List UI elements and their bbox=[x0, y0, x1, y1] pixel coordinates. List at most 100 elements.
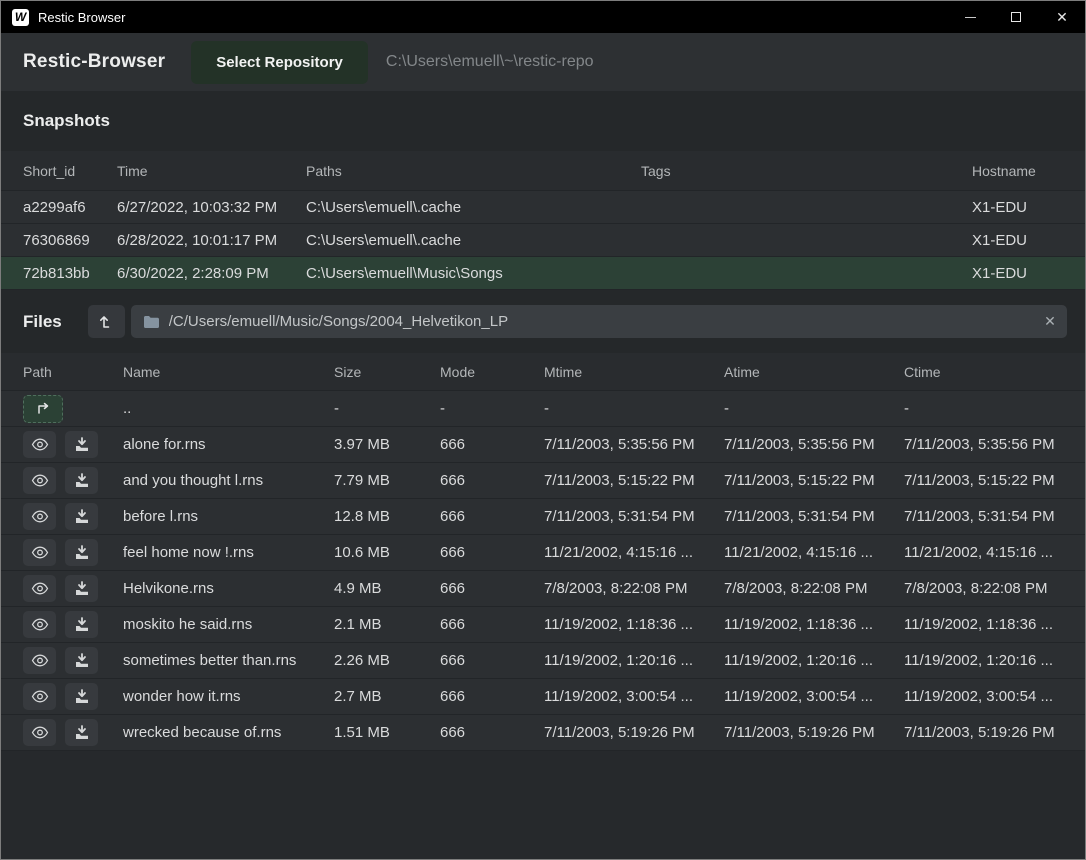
file-row[interactable]: moskito he said.rns 2.1 MB 666 11/19/200… bbox=[1, 606, 1085, 642]
download-icon bbox=[74, 725, 90, 740]
view-file-button[interactable] bbox=[23, 431, 56, 458]
view-file-button[interactable] bbox=[23, 683, 56, 710]
folder-icon bbox=[143, 315, 160, 329]
snapshot-row-selected[interactable]: 72b813bb 6/30/2022, 2:28:09 PM C:\Users\… bbox=[1, 256, 1085, 289]
file-mode: 666 bbox=[440, 508, 544, 525]
view-file-button[interactable] bbox=[23, 611, 56, 638]
snapshot-hostname: X1-EDU bbox=[972, 232, 1063, 249]
eye-icon bbox=[31, 582, 49, 595]
file-row[interactable]: before l.rns 12.8 MB 666 7/11/2003, 5:31… bbox=[1, 498, 1085, 534]
snapshots-section-header: Snapshots bbox=[1, 91, 1085, 151]
view-file-button[interactable] bbox=[23, 719, 56, 746]
file-size: 2.7 MB bbox=[334, 688, 440, 705]
go-parent-directory-button[interactable] bbox=[23, 395, 63, 423]
download-file-button[interactable] bbox=[65, 539, 98, 566]
select-repository-button[interactable]: Select Repository bbox=[191, 41, 368, 84]
file-ctime: 11/19/2002, 1:18:36 ... bbox=[904, 616, 1063, 633]
file-mode: 666 bbox=[440, 436, 544, 453]
file-mtime: 11/19/2002, 1:18:36 ... bbox=[544, 616, 724, 633]
clear-path-button[interactable]: ✕ bbox=[1033, 305, 1067, 338]
file-name: Helvikone.rns bbox=[123, 580, 334, 597]
view-file-button[interactable] bbox=[23, 575, 56, 602]
file-atime: 7/11/2003, 5:15:22 PM bbox=[724, 472, 904, 489]
col-tags: Tags bbox=[641, 163, 972, 179]
file-mtime: - bbox=[544, 400, 724, 417]
download-file-button[interactable] bbox=[65, 683, 98, 710]
snapshot-row[interactable]: a2299af6 6/27/2022, 10:03:32 PM C:\Users… bbox=[1, 190, 1085, 223]
snapshot-time: 6/27/2022, 10:03:32 PM bbox=[117, 199, 306, 216]
eye-icon bbox=[31, 546, 49, 559]
download-icon bbox=[74, 473, 90, 488]
download-file-button[interactable] bbox=[65, 647, 98, 674]
eye-icon bbox=[31, 654, 49, 667]
file-row[interactable]: and you thought l.rns 7.79 MB 666 7/11/2… bbox=[1, 462, 1085, 498]
file-size: 10.6 MB bbox=[334, 544, 440, 561]
file-size: 12.8 MB bbox=[334, 508, 440, 525]
file-ctime: 7/8/2003, 8:22:08 PM bbox=[904, 580, 1063, 597]
file-row[interactable]: wrecked because of.rns 1.51 MB 666 7/11/… bbox=[1, 714, 1085, 750]
file-mtime: 7/11/2003, 5:35:56 PM bbox=[544, 436, 724, 453]
download-file-button[interactable] bbox=[65, 467, 98, 494]
snapshots-heading: Snapshots bbox=[23, 111, 110, 131]
download-file-button[interactable] bbox=[65, 503, 98, 530]
file-row[interactable]: alone for.rns 3.97 MB 666 7/11/2003, 5:3… bbox=[1, 426, 1085, 462]
download-file-button[interactable] bbox=[65, 719, 98, 746]
view-file-button[interactable] bbox=[23, 503, 56, 530]
file-name: moskito he said.rns bbox=[123, 616, 334, 633]
view-file-button[interactable] bbox=[23, 539, 56, 566]
parent-directory-row[interactable]: .. - - - - - bbox=[1, 390, 1085, 426]
download-file-button[interactable] bbox=[65, 431, 98, 458]
view-file-button[interactable] bbox=[23, 647, 56, 674]
file-atime: 11/21/2002, 4:15:16 ... bbox=[724, 544, 904, 561]
file-size: 2.1 MB bbox=[334, 616, 440, 633]
snapshot-paths: C:\Users\emuell\Music\Songs bbox=[306, 265, 641, 282]
eye-icon bbox=[31, 726, 49, 739]
file-size: 2.26 MB bbox=[334, 652, 440, 669]
file-atime: 7/11/2003, 5:31:54 PM bbox=[724, 508, 904, 525]
download-file-button[interactable] bbox=[65, 611, 98, 638]
snapshot-time: 6/30/2022, 2:28:09 PM bbox=[117, 265, 306, 282]
parent-directory-icon bbox=[35, 401, 52, 416]
file-name: and you thought l.rns bbox=[123, 472, 334, 489]
download-icon bbox=[74, 437, 90, 452]
file-mode: 666 bbox=[440, 472, 544, 489]
snapshot-hostname: X1-EDU bbox=[972, 265, 1063, 282]
file-row[interactable]: sometimes better than.rns 2.26 MB 666 11… bbox=[1, 642, 1085, 678]
file-name: .. bbox=[123, 400, 334, 417]
close-button[interactable]: ✕ bbox=[1039, 1, 1085, 33]
up-arrow-icon bbox=[98, 313, 114, 330]
col-mode: Mode bbox=[440, 364, 544, 380]
file-row[interactable]: feel home now !.rns 10.6 MB 666 11/21/20… bbox=[1, 534, 1085, 570]
file-mtime: 7/11/2003, 5:31:54 PM bbox=[544, 508, 724, 525]
file-row[interactable]: wonder how it.rns 2.7 MB 666 11/19/2002,… bbox=[1, 678, 1085, 714]
col-short-id: Short_id bbox=[23, 163, 117, 179]
file-atime: 11/19/2002, 3:00:54 ... bbox=[724, 688, 904, 705]
snapshot-row[interactable]: 76306869 6/28/2022, 10:01:17 PM C:\Users… bbox=[1, 223, 1085, 256]
current-path-input[interactable]: /C/Users/emuell/Music/Songs/2004_Helveti… bbox=[169, 313, 1033, 330]
minimize-button[interactable] bbox=[947, 1, 993, 33]
file-ctime: 11/19/2002, 1:20:16 ... bbox=[904, 652, 1063, 669]
files-table-header: Path Name Size Mode Mtime Atime Ctime bbox=[1, 353, 1085, 390]
download-icon bbox=[74, 653, 90, 668]
file-row[interactable]: Helvikone.rns 4.9 MB 666 7/8/2003, 8:22:… bbox=[1, 570, 1085, 606]
file-mtime: 11/19/2002, 1:20:16 ... bbox=[544, 652, 724, 669]
file-ctime: - bbox=[904, 400, 1063, 417]
maximize-icon bbox=[1011, 12, 1021, 22]
maximize-button[interactable] bbox=[993, 1, 1039, 33]
current-path-bar[interactable]: /C/Users/emuell/Music/Songs/2004_Helveti… bbox=[131, 305, 1067, 338]
minimize-icon bbox=[965, 17, 976, 18]
view-file-button[interactable] bbox=[23, 467, 56, 494]
file-ctime: 7/11/2003, 5:19:26 PM bbox=[904, 724, 1063, 741]
snapshot-paths: C:\Users\emuell\.cache bbox=[306, 232, 641, 249]
eye-icon bbox=[31, 438, 49, 451]
repository-path: C:\Users\emuell\~\restic-repo bbox=[386, 53, 594, 71]
download-icon bbox=[74, 581, 90, 596]
file-ctime: 7/11/2003, 5:15:22 PM bbox=[904, 472, 1063, 489]
file-name: sometimes better than.rns bbox=[123, 652, 334, 669]
snapshot-short-id: 72b813bb bbox=[23, 265, 117, 282]
go-up-directory-button[interactable] bbox=[88, 305, 125, 338]
file-mtime: 7/8/2003, 8:22:08 PM bbox=[544, 580, 724, 597]
download-file-button[interactable] bbox=[65, 575, 98, 602]
file-atime: 7/8/2003, 8:22:08 PM bbox=[724, 580, 904, 597]
file-name: wrecked because of.rns bbox=[123, 724, 334, 741]
